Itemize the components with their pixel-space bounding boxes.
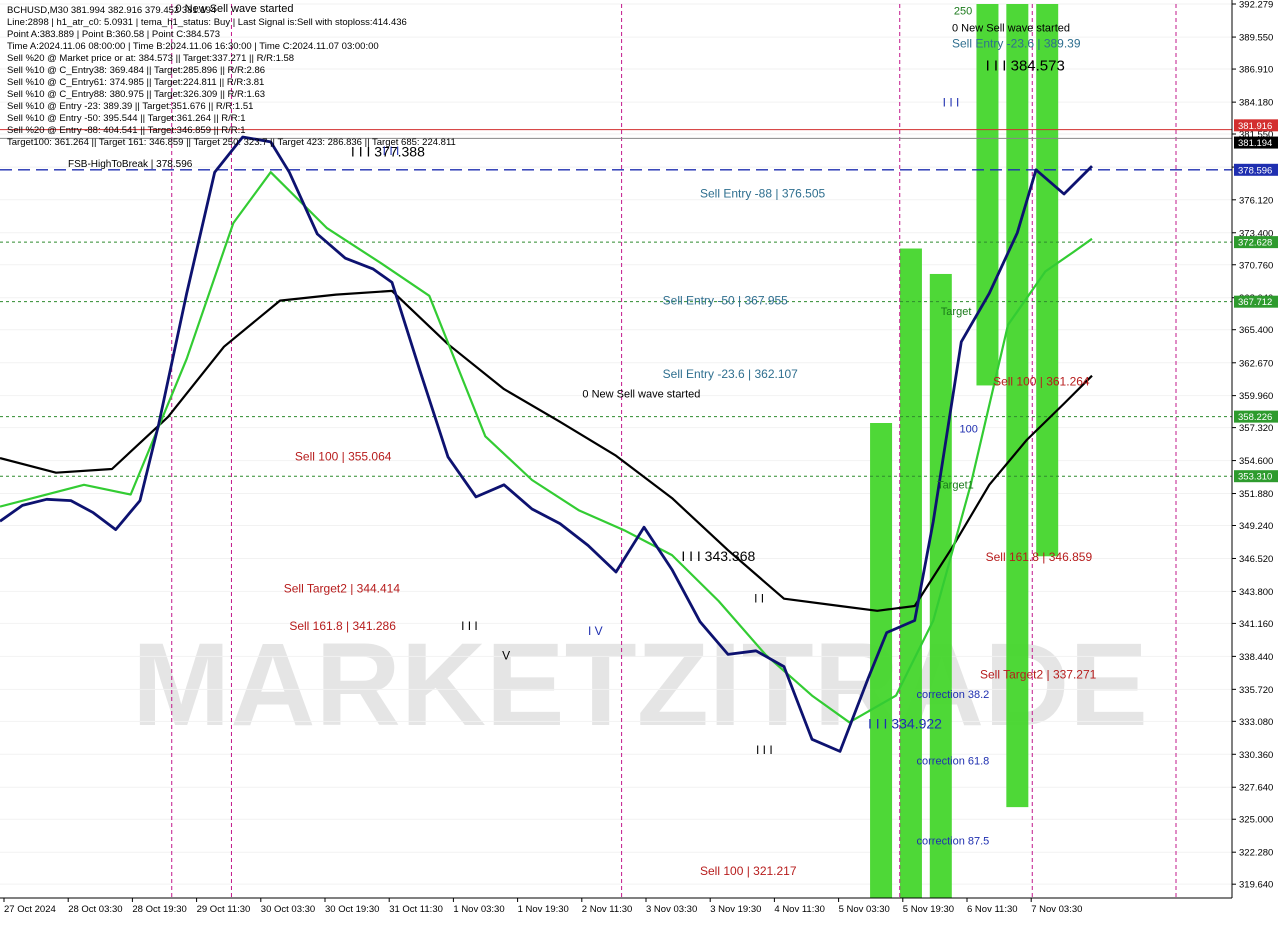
price-tag-label: 381.194 bbox=[1238, 138, 1272, 149]
x-tick-label: 28 Oct 03:30 bbox=[68, 904, 122, 915]
chart-annotation: I I I bbox=[756, 743, 773, 757]
y-tick-label: 354.600 bbox=[1239, 456, 1273, 467]
chart-annotation: Sell 100 | 355.064 bbox=[295, 450, 392, 464]
level-tag-label: 353.310 bbox=[1238, 472, 1272, 483]
chart-annotation: Sell 161.8 | 341.286 bbox=[289, 619, 396, 633]
chart-annotation: 0 New Sell wave started bbox=[952, 23, 1070, 35]
y-tick-label: 351.880 bbox=[1239, 489, 1273, 500]
y-tick-label: 359.960 bbox=[1239, 391, 1273, 402]
x-tick-label: 31 Oct 11:30 bbox=[389, 904, 443, 915]
resistance-tag-label: 381.916 bbox=[1238, 121, 1272, 132]
signal-bar bbox=[870, 423, 893, 898]
info-line: Sell %20 @ Entry -88: 404.541 || Target:… bbox=[7, 125, 246, 136]
chart-annotation: 100 bbox=[959, 424, 977, 436]
y-tick-label: 319.640 bbox=[1239, 880, 1273, 891]
watermark-text: MARKETZITRADE bbox=[132, 619, 1148, 751]
chart-annotation: 0 New Sell wave started bbox=[582, 389, 700, 401]
y-tick-label: 343.800 bbox=[1239, 587, 1273, 598]
x-tick-label: 5 Nov 19:30 bbox=[903, 904, 954, 915]
chart-annotation: Sell 161.8 | 346.859 bbox=[986, 550, 1093, 564]
y-tick-label: 346.520 bbox=[1239, 554, 1273, 565]
chart-annotation: I V bbox=[588, 624, 603, 638]
y-tick-label: 357.320 bbox=[1239, 423, 1273, 434]
fsb-tag-label: 378.596 bbox=[1238, 165, 1272, 176]
price-chart: MARKETZITRADE FSB-HighToBreak | 378.596 … bbox=[0, 0, 1280, 920]
chart-area: MARKETZITRADE FSB-HighToBreak | 378.596 … bbox=[0, 0, 1280, 920]
y-tick-label: 389.550 bbox=[1239, 33, 1273, 44]
info-line: BCHUSD,M30 381.994 382.916 379.452 381.1… bbox=[7, 5, 216, 16]
y-tick-label: 384.180 bbox=[1239, 98, 1273, 109]
y-tick-label: 327.640 bbox=[1239, 783, 1273, 794]
x-tick-label: 4 Nov 11:30 bbox=[774, 904, 825, 915]
chart-annotation: I I I 384.573 bbox=[986, 57, 1065, 74]
signal-bar bbox=[1006, 4, 1029, 808]
x-tick-label: 27 Oct 2024 bbox=[4, 904, 56, 915]
y-tick-label: 392.279 bbox=[1239, 0, 1273, 11]
y-tick-label: 349.240 bbox=[1239, 521, 1273, 532]
x-tick-label: 28 Oct 19:30 bbox=[132, 904, 186, 915]
chart-annotation: I I I bbox=[943, 96, 960, 110]
info-line: Sell %10 @ C_Entry61: 374.985 || Target:… bbox=[7, 77, 264, 88]
chart-annotation: Sell 100 | 321.217 bbox=[700, 864, 797, 878]
x-axis-panel bbox=[0, 898, 1280, 920]
info-line: Sell %20 @ Market price or at: 384.573 |… bbox=[7, 53, 294, 64]
y-tick-label: 386.910 bbox=[1239, 65, 1273, 76]
chart-annotation: correction 87.5 bbox=[917, 836, 990, 848]
level-tag-label: 358.226 bbox=[1238, 412, 1272, 423]
level-tag-label: 372.628 bbox=[1238, 238, 1272, 249]
info-line: Sell %10 @ C_Entry88: 380.975 || Target:… bbox=[7, 89, 265, 100]
chart-annotation: I I I 343.368 bbox=[681, 548, 755, 564]
y-tick-label: 376.120 bbox=[1239, 195, 1273, 206]
chart-annotation: Sell Entry -23.6 | 389.39 bbox=[952, 36, 1081, 50]
chart-annotation: Sell Entry -88 | 376.505 bbox=[700, 187, 826, 201]
chart-annotation: 250 bbox=[954, 6, 972, 18]
info-line: Sell %10 @ C_Entry38: 369.484 || Target:… bbox=[7, 65, 265, 76]
y-tick-label: 365.400 bbox=[1239, 325, 1273, 336]
y-tick-label: 322.280 bbox=[1239, 848, 1273, 859]
signal-bar bbox=[899, 248, 922, 898]
x-tick-label: 5 Nov 03:30 bbox=[839, 904, 890, 915]
chart-annotation: Sell Entry -50 | 367.955 bbox=[663, 293, 789, 307]
chart-annotation: I I I 334.922 bbox=[868, 715, 942, 731]
info-line: Time A:2024.11.06 08:00:00 | Time B:2024… bbox=[7, 41, 379, 52]
chart-annotation: Sell 100 | 361.264 bbox=[993, 374, 1090, 388]
chart-annotation: I I I bbox=[461, 619, 478, 633]
y-tick-label: 325.000 bbox=[1239, 815, 1273, 826]
chart-annotation: correction 38.2 bbox=[917, 689, 990, 701]
info-line: Sell %10 @ Entry -23: 389.39 || Target:3… bbox=[7, 101, 253, 112]
y-tick-label: 335.720 bbox=[1239, 685, 1273, 696]
x-tick-label: 3 Nov 19:30 bbox=[710, 904, 761, 915]
chart-annotation: V bbox=[502, 648, 510, 662]
info-line: Point A:383.889 | Point B:360.58 | Point… bbox=[7, 29, 220, 40]
x-tick-label: 30 Oct 19:30 bbox=[325, 904, 379, 915]
chart-annotation: Sell Entry -23.6 | 362.107 bbox=[663, 367, 799, 381]
info-line: Target100: 361.264 || Target 161: 346.85… bbox=[7, 137, 456, 148]
y-tick-label: 341.160 bbox=[1239, 619, 1273, 630]
x-tick-label: 7 Nov 03:30 bbox=[1031, 904, 1082, 915]
signal-bar bbox=[929, 273, 952, 898]
chart-annotation: correction 61.8 bbox=[917, 756, 990, 768]
chart-annotation: Target bbox=[941, 306, 972, 318]
y-tick-label: 333.080 bbox=[1239, 717, 1273, 728]
info-line: Sell %10 @ Entry -50: 395.544 || Target:… bbox=[7, 113, 246, 124]
chart-annotation: I I bbox=[754, 591, 764, 605]
x-tick-label: 1 Nov 19:30 bbox=[518, 904, 569, 915]
x-tick-label: 3 Nov 03:30 bbox=[646, 904, 697, 915]
x-tick-label: 30 Oct 03:30 bbox=[261, 904, 315, 915]
chart-annotation: Target1 bbox=[937, 479, 974, 491]
y-tick-label: 370.760 bbox=[1239, 260, 1273, 271]
level-tag-label: 367.712 bbox=[1238, 297, 1272, 308]
chart-annotation: Sell Target2 | 337.271 bbox=[980, 668, 1097, 682]
info-line: Line:2898 | h1_atr_c0: 5.0931 | tema_h1_… bbox=[7, 17, 407, 28]
chart-annotation: Sell Target2 | 344.414 bbox=[284, 582, 401, 596]
y-tick-label: 338.440 bbox=[1239, 652, 1273, 663]
x-tick-label: 29 Oct 11:30 bbox=[197, 904, 251, 915]
x-tick-label: 6 Nov 11:30 bbox=[967, 904, 1018, 915]
fsb-label: FSB-HighToBreak | 378.596 bbox=[68, 159, 193, 170]
x-tick-label: 2 Nov 11:30 bbox=[582, 904, 633, 915]
x-tick-label: 1 Nov 03:30 bbox=[453, 904, 504, 915]
y-tick-label: 330.360 bbox=[1239, 750, 1273, 761]
y-tick-label: 362.670 bbox=[1239, 358, 1273, 369]
